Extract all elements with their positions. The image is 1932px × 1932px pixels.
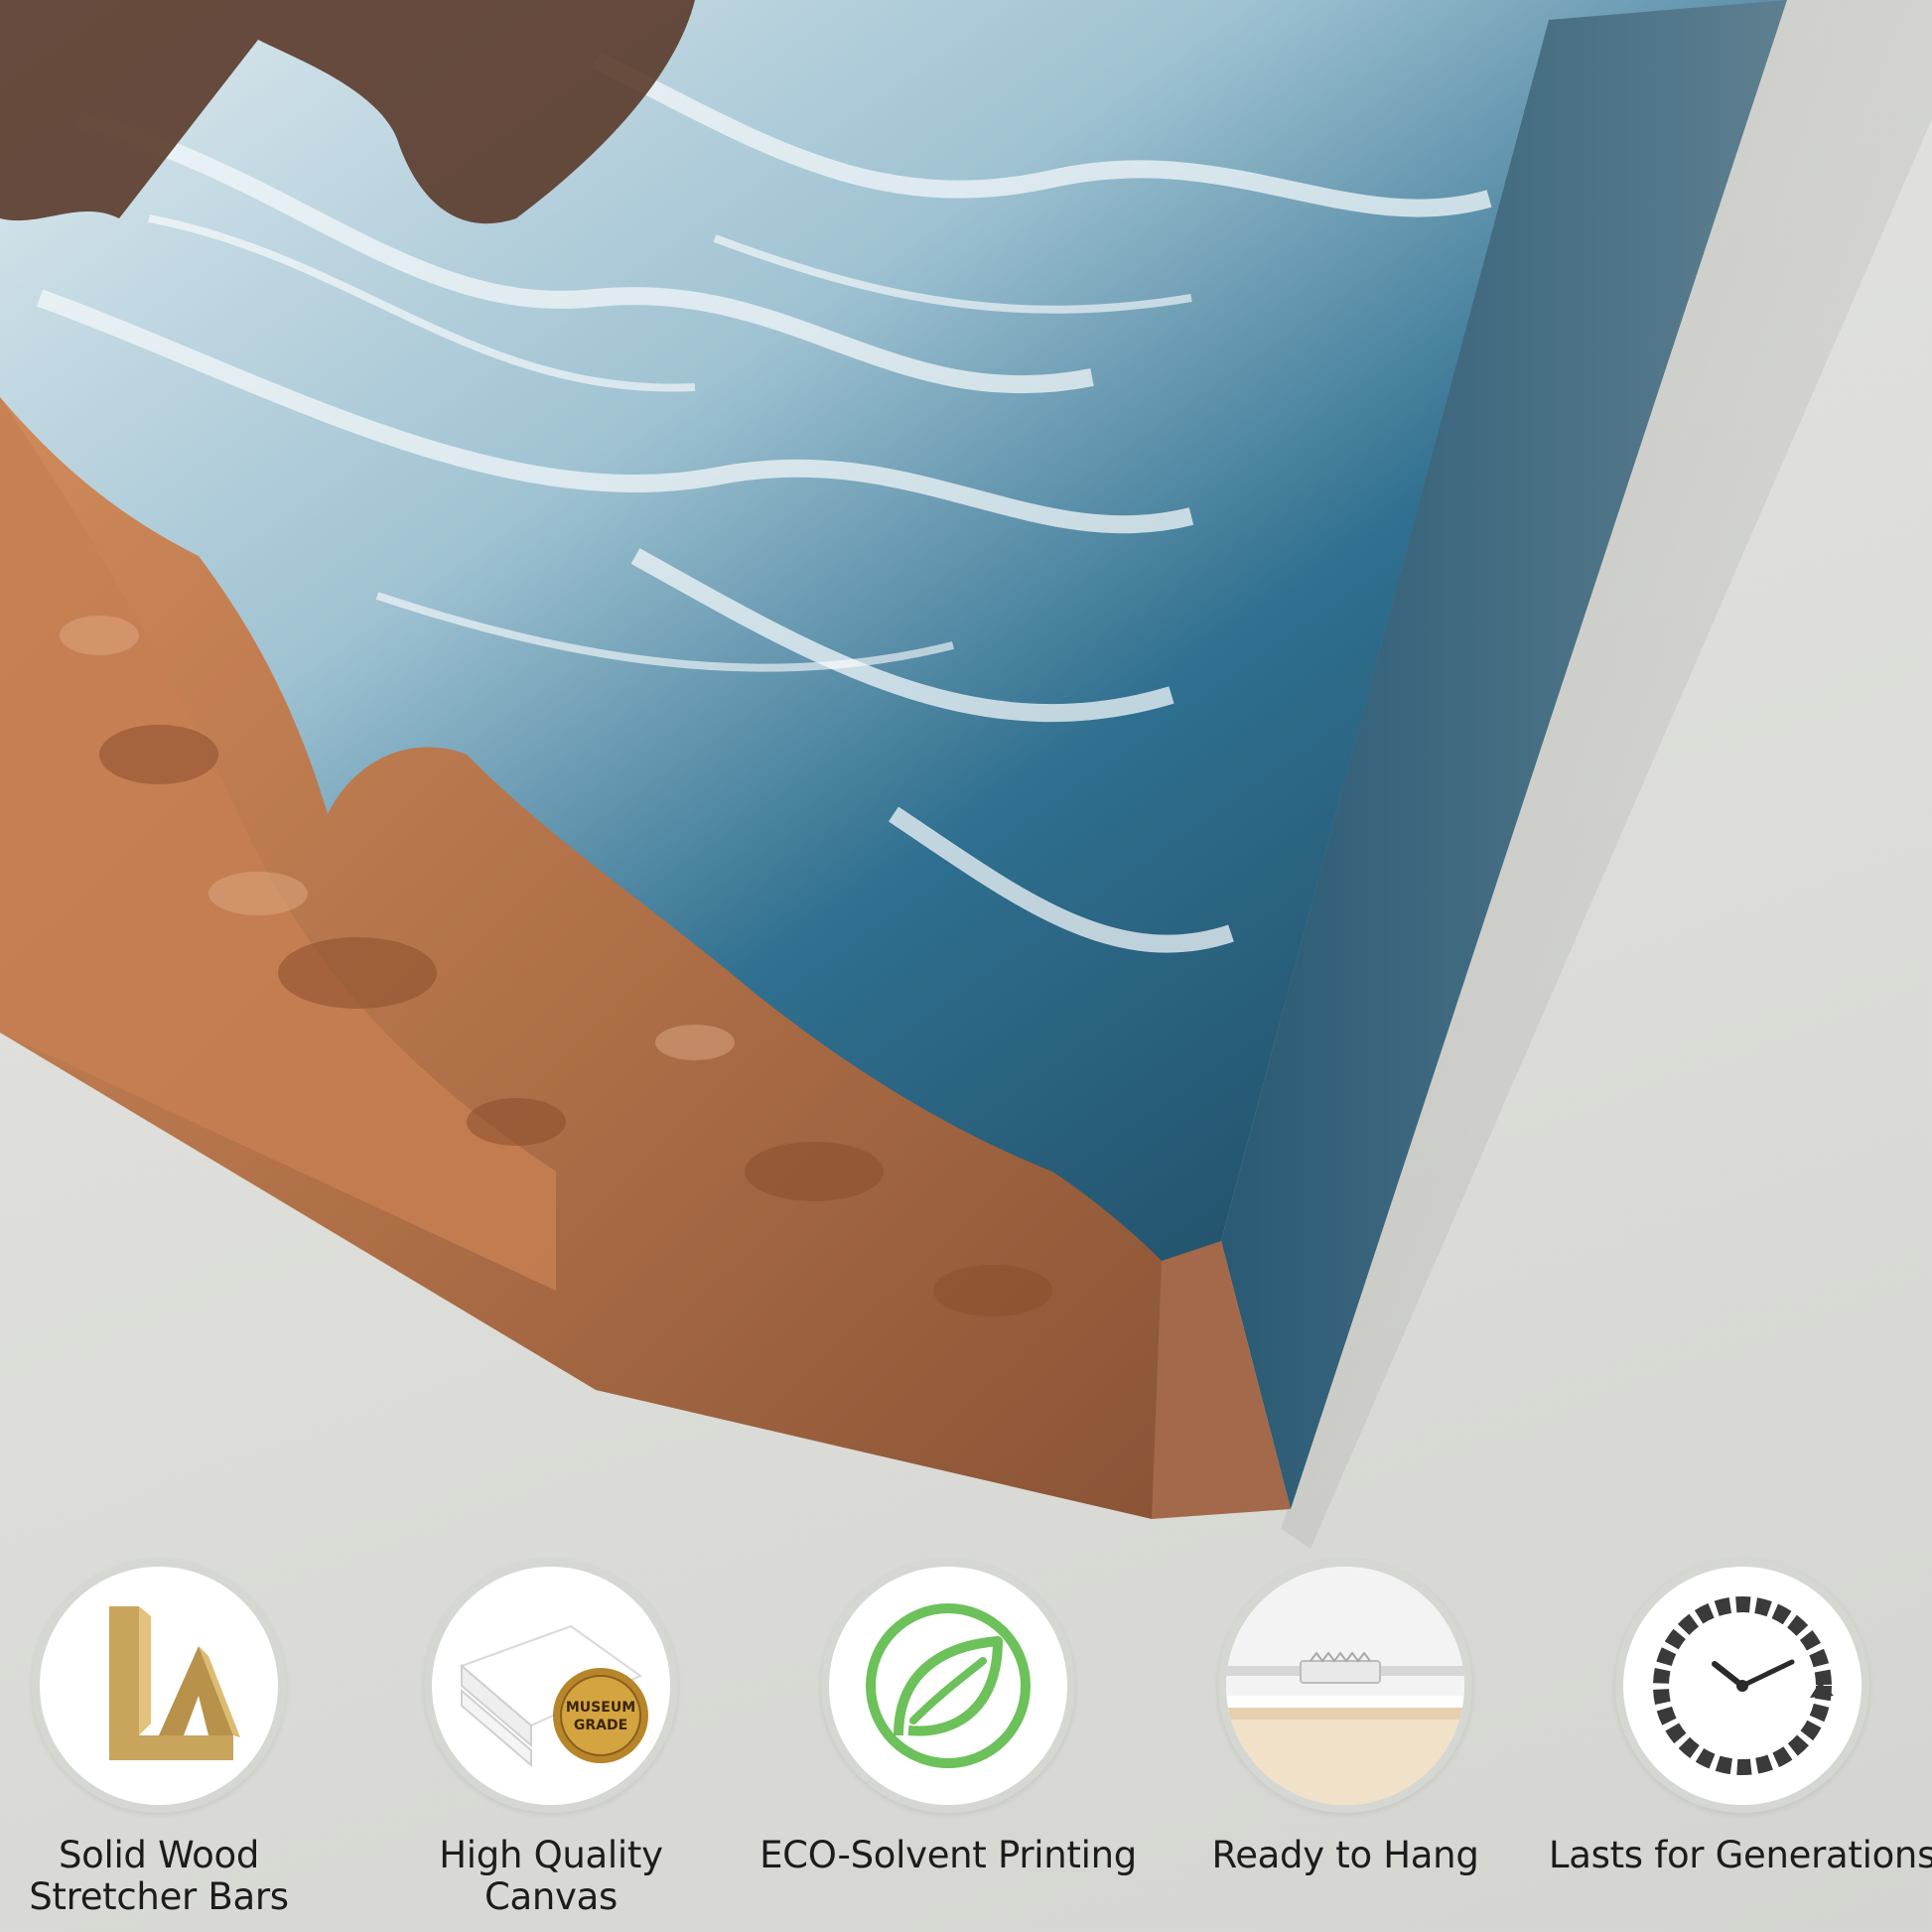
- feature-badge: MUSEUM GRADE: [424, 1559, 678, 1813]
- feature-high-quality-canvas: MUSEUM GRADE High Quality Canvas: [352, 1559, 750, 1932]
- feature-badge: [1218, 1559, 1472, 1813]
- feature-badge: [1615, 1559, 1869, 1813]
- feature-ready-to-hang: Ready to Hang: [1147, 1559, 1544, 1932]
- feature-label: High Quality Canvas: [439, 1834, 663, 1918]
- clock-icon: [1653, 1596, 1834, 1775]
- feature-label: ECO-Solvent Printing: [759, 1834, 1137, 1876]
- seal-line-2: GRADE: [574, 1718, 627, 1733]
- stretcher-bar-icon: [109, 1606, 240, 1760]
- canvas-print-illustration: [0, 0, 1932, 1549]
- feature-label: Solid Wood Stretcher Bars: [29, 1834, 289, 1918]
- hanger-icon: [1226, 1567, 1464, 1805]
- seal-line-1: MUSEUM: [566, 1700, 635, 1716]
- feature-label: Ready to Hang: [1211, 1834, 1479, 1876]
- feature-label: Lasts for Generations: [1548, 1834, 1932, 1876]
- canvas-photo: [0, 0, 1932, 1588]
- feature-lasts-for-generations: Lasts for Generations: [1544, 1559, 1932, 1932]
- leaf-icon: [866, 1603, 1031, 1768]
- feature-badge: [32, 1559, 286, 1813]
- feature-solid-wood: Solid Wood Stretcher Bars: [0, 1559, 357, 1932]
- feature-row: Solid Wood Stretcher Bars MUSEUM GRADE H…: [0, 1559, 1932, 1932]
- feature-badge: [821, 1559, 1075, 1813]
- canvas-stack-icon: MUSEUM GRADE: [460, 1624, 648, 1768]
- feature-eco-solvent: ECO-Solvent Printing: [750, 1559, 1147, 1932]
